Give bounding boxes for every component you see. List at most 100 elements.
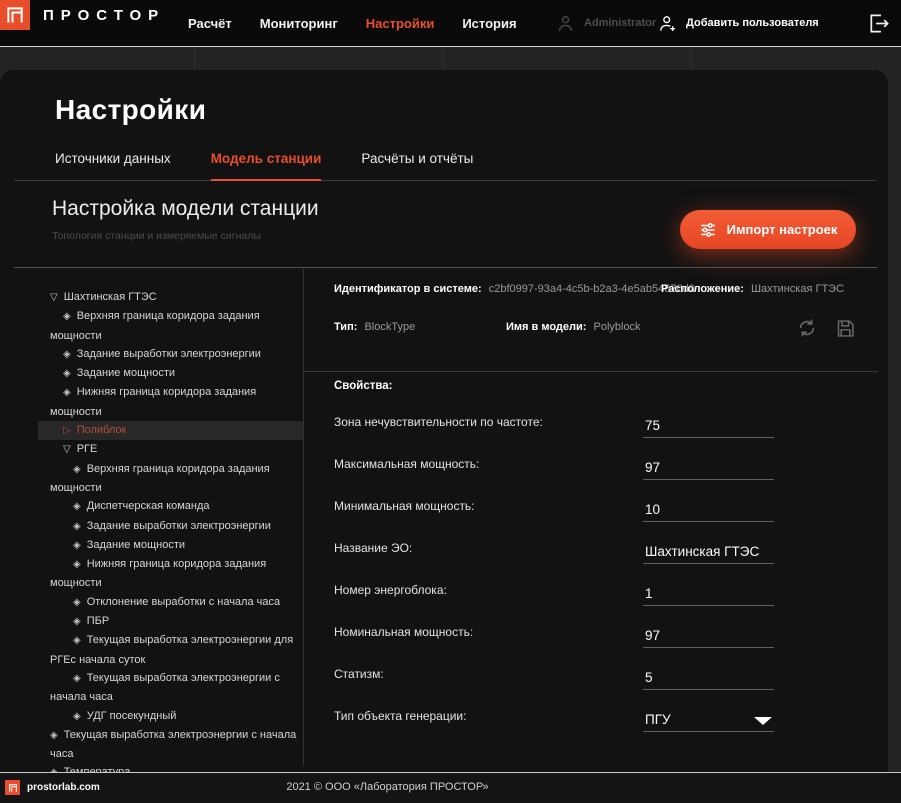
save-icon (835, 318, 856, 339)
tree-item-label: Задание мощности (77, 367, 175, 379)
field-input[interactable] (643, 544, 774, 564)
field-row: Зона нечувствительности по частоте: (304, 396, 878, 438)
signal-diamond-icon: ◈ (73, 635, 81, 646)
field-input[interactable] (643, 670, 774, 690)
logout-icon (867, 12, 890, 35)
tree-item-label: Отклонение выработки с начала часа (87, 596, 280, 608)
field-label: Минимальная мощность: (334, 499, 475, 513)
generation-type-select[interactable]: ПГУ (643, 712, 774, 732)
system-id-label: Идентификатор в системе: (334, 283, 482, 295)
signal-diamond-icon: ◈ (73, 464, 81, 475)
refresh-button[interactable] (796, 317, 818, 339)
nav-item-1[interactable]: Расчёт (188, 16, 232, 31)
main-nav: Расчёт Мониторинг Настройки История (188, 0, 517, 46)
header-separator (443, 48, 444, 70)
tree-item[interactable]: ◈Нижняя граница коридора задания мощност… (38, 555, 303, 593)
logout-button[interactable] (867, 12, 890, 35)
signal-diamond-icon: ◈ (63, 349, 71, 360)
tree-item-label: Нижняя граница коридора задания мощности (50, 386, 256, 417)
tree-item[interactable]: ◈ УДГ посекундный (38, 707, 303, 726)
add-user-button[interactable]: Добавить пользователя (658, 0, 819, 46)
nav-item-2[interactable]: Мониторинг (260, 16, 338, 31)
tab-3[interactable]: Расчёты и отчёты (361, 151, 473, 180)
header-separator (691, 48, 692, 70)
tree-item[interactable]: ◈Отклонение выработки с начала часа (38, 593, 303, 612)
field-row: Статизм: (304, 648, 878, 690)
signal-diamond-icon: ◈ (50, 730, 58, 741)
properties-form: Зона нечувствительности по частоте:Макси… (304, 396, 878, 732)
import-settings-button[interactable]: Импорт настроек (680, 210, 856, 249)
tree-item[interactable]: ◈Верхняя граница коридора задания мощнос… (38, 307, 303, 345)
system-id: Идентификатор в системе: c2bf0997-93a4-4… (334, 283, 695, 295)
import-settings-label: Импорт настроек (727, 222, 838, 237)
signal-diamond-icon: ◈ (73, 616, 81, 627)
save-button[interactable] (835, 317, 856, 339)
footer-copyright: 2021 © ООО «Лаборатория ПРОСТОР» (0, 781, 775, 793)
tree-item-label: Верхняя граница коридора задания мощност… (50, 310, 260, 341)
panel-actions (796, 317, 856, 339)
field-row: Название ЭО: (304, 522, 878, 564)
tree-item[interactable]: ◈Задание мощности (38, 364, 303, 383)
tree-item[interactable]: ◈Текущая выработка электроэнергии для РГ… (38, 631, 303, 669)
field-input[interactable] (643, 418, 774, 438)
tree-item-label: УДГ посекундный (87, 710, 177, 722)
tab-1[interactable]: Источники данных (55, 151, 171, 180)
block-type: Тип: BlockType (334, 321, 415, 333)
model-name-value: Polyblock (593, 321, 640, 333)
tree-item-label: Шахтинская ГТЭС (64, 291, 157, 303)
field-label: Статизм: (334, 667, 384, 681)
signal-diamond-icon: ◈ (73, 521, 81, 532)
page-title: Настройки (55, 94, 206, 126)
tree-item[interactable]: ▷Полиблок (38, 421, 303, 440)
signal-diamond-icon: ◈ (73, 501, 81, 512)
section-subtitle: Топология станции и измеряемые сигналы (52, 230, 261, 242)
tree-item[interactable]: ▽РГЕ (38, 440, 303, 459)
tree-item[interactable]: ◈Диспетчерская команда (38, 497, 303, 516)
tree-item[interactable]: ◈ Задание выработки электроэнергии (38, 345, 303, 364)
block-type-label: Тип: (334, 321, 357, 333)
app-header: ПРОСТОР Расчёт Мониторинг Настройки История… (0, 0, 901, 47)
field-input[interactable] (643, 460, 774, 480)
tree-item-label: ПБР (87, 615, 109, 627)
app-footer: prostorlab.com 2021 © ООО «Лаборатория П… (0, 772, 901, 803)
user-icon (556, 14, 575, 33)
signal-diamond-icon: ◈ (63, 387, 71, 398)
tree-item[interactable]: ◈Текущая выработка электроэнергии с нача… (38, 726, 303, 764)
tree-item[interactable]: ◈ Задание мощности (38, 536, 303, 555)
signal-diamond-icon: ◈ (73, 673, 81, 684)
field-input[interactable] (643, 628, 774, 648)
user-menu[interactable]: Administrator (556, 0, 656, 46)
tree-item-label: Задание мощности (87, 539, 185, 551)
collapse-triangle-icon: ▽ (63, 444, 71, 455)
tree-item[interactable]: ◈ ПБР (38, 612, 303, 631)
brand-logo[interactable]: ПРОСТОР (0, 0, 165, 30)
signal-diamond-icon: ◈ (73, 559, 81, 570)
location-label: Расположение: (661, 283, 744, 295)
tree-item-label: Нижняя граница коридора задания мощности (50, 558, 266, 589)
tree-item[interactable]: ◈Нижняя граница коридора задания мощност… (38, 383, 303, 421)
brand-logo-icon (0, 0, 30, 30)
tree-item-label: Задание выработки электроэнергии (77, 348, 261, 360)
tree-item[interactable]: ▽Шахтинская ГТЭС (38, 288, 303, 307)
block-type-value: BlockType (364, 321, 415, 333)
select-value: ПГУ (645, 712, 671, 727)
field-row: Тип объекта генерации:ПГУ (304, 690, 878, 732)
field-row: Номинальная мощность: (304, 606, 878, 648)
field-input[interactable] (643, 502, 774, 522)
location-value: Шахтинская ГТЭС (751, 283, 844, 295)
tab-2[interactable]: Модель станции (211, 151, 322, 181)
panel-divider (304, 371, 878, 372)
nav-item-3[interactable]: Настройки (366, 16, 435, 31)
field-row: Номер энергоблока: (304, 564, 878, 606)
nav-item-4[interactable]: История (462, 16, 516, 31)
tree-item-label: Полиблок (77, 424, 127, 436)
signal-diamond-icon: ◈ (73, 711, 81, 722)
signal-diamond-icon: ◈ (73, 540, 81, 551)
tree-item[interactable]: ◈Верхняя граница коридора задания мощнос… (38, 460, 303, 498)
tree-item-label: Текущая выработка электроэнергии с начал… (50, 672, 280, 703)
add-user-icon (658, 14, 677, 33)
tree-item[interactable]: ◈Текущая выработка электроэнергии с нача… (38, 669, 303, 707)
details-panel: Идентификатор в системе: c2bf0997-93a4-4… (303, 267, 877, 765)
tree-item[interactable]: ◈Задание выработки электроэнергии (38, 517, 303, 536)
field-input[interactable] (643, 586, 774, 606)
